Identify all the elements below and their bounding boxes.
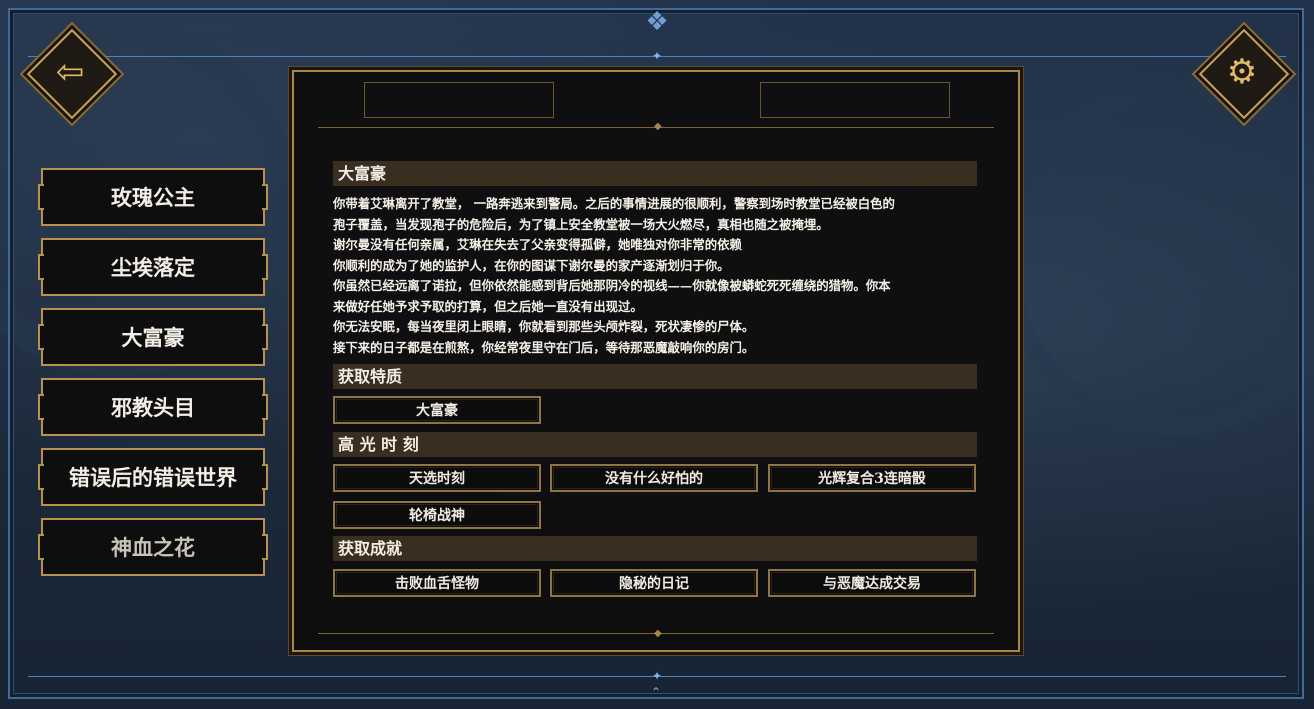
diamond-ornament-icon: ◆ <box>654 628 662 639</box>
achievement-tag[interactable]: 击败血舌怪物 <box>333 569 541 597</box>
star-ornament-icon: ✦ <box>652 49 663 63</box>
highlight-tag[interactable]: 光辉复合3连暗骰 <box>768 464 976 492</box>
highlight-tag[interactable]: 没有什么好怕的 <box>550 464 758 492</box>
ending-menu-item[interactable]: 错误后的错误世界 <box>38 448 268 506</box>
achievements-heading: 获取成就 <box>333 536 977 561</box>
ending-menu-item[interactable]: 神血之花 <box>38 518 268 576</box>
ending-detail-panel: ◆ ◆ <box>292 70 1020 652</box>
emblem-icon: ❖ <box>645 7 669 37</box>
story-line: 你顺利的成为了她的监护人，在你的图谋下谢尔曼的家产逐渐划归于你。 <box>333 257 730 273</box>
ending-menu-item-selected[interactable]: 大富豪 <box>38 308 268 366</box>
ending-story-text: 你带着艾琳离开了教堂， 一路奔逃来到警局。之后的事情进展的很顺利，警察到场时教堂… <box>333 194 981 358</box>
ending-title: 大富豪 <box>333 161 977 186</box>
story-line: 接下来的日子都是在煎熬，你经常夜里守在门后，等待那恶魔敲响你的房门。 <box>333 339 755 355</box>
traits-heading: 获取特质 <box>333 364 977 389</box>
highlight-tag[interactable]: 天选时刻 <box>333 464 541 492</box>
trait-tag[interactable]: 大富豪 <box>333 396 541 424</box>
diamond-ornament-icon: ◆ <box>654 121 662 132</box>
story-line: 孢子覆盖，当发现孢子的危险后，为了镇上安全教堂被一场大火燃尽，真相也随之被掩埋。 <box>333 216 829 232</box>
ending-menu-item[interactable]: 尘埃落定 <box>38 238 268 296</box>
achievement-tag[interactable]: 与恶魔达成交易 <box>768 569 976 597</box>
ending-menu-item[interactable]: 邪教头目 <box>38 378 268 436</box>
panel-ornament <box>760 82 950 118</box>
highlights-heading: 高 光 时 刻 <box>333 432 977 457</box>
highlight-tag[interactable]: 轮椅战神 <box>333 501 541 529</box>
ending-menu-item[interactable]: 玫瑰公主 <box>38 168 268 226</box>
caret-up-icon: ⌃ <box>651 685 662 699</box>
story-line: 来做好任她予求予取的打算，但之后她一直没有出现过。 <box>333 298 643 314</box>
story-line: 你虽然已经远离了诺拉，但你依然能感到背后她那阴冷的视线——你就像被蟒蛇死死缠绕的… <box>333 278 891 293</box>
star-ornament-icon: ✦ <box>652 669 663 683</box>
story-line: 你无法安眠，每当夜里闭上眼睛，你就看到那些头颅炸裂，死状凄惨的尸体。 <box>333 319 755 334</box>
achievement-tag[interactable]: 隐秘的日记 <box>550 569 758 597</box>
story-line: 谢尔曼没有任何亲属，艾琳在失去了父亲变得孤僻，她唯独对你非常的依赖 <box>333 237 742 252</box>
panel-ornament <box>364 82 554 118</box>
story-line: 你带着艾琳离开了教堂， 一路奔逃来到警局。之后的事情进展的很顺利，警察到场时教堂… <box>333 196 895 211</box>
